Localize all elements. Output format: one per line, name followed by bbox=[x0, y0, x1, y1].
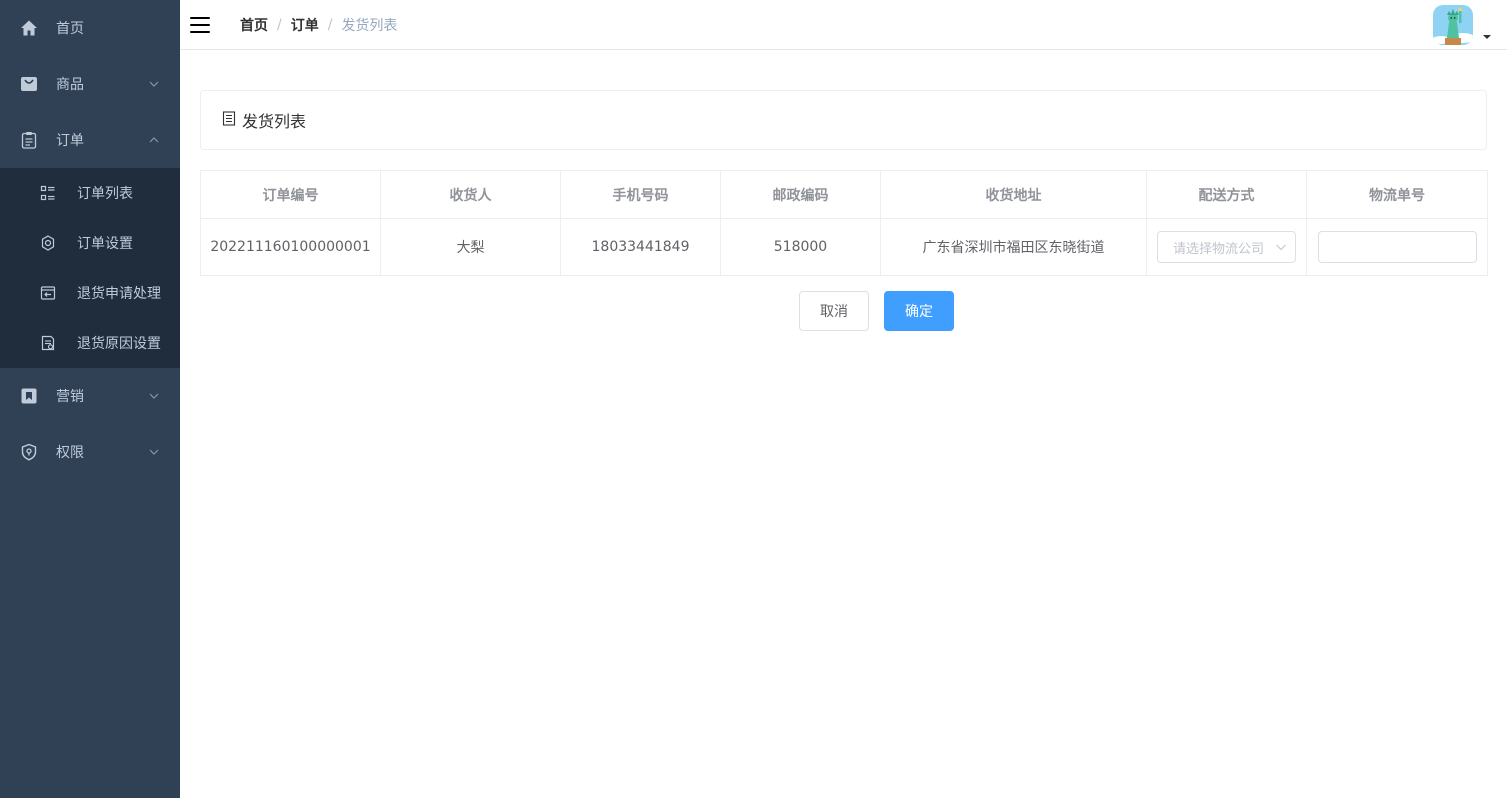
sidebar-item-label: 商品 bbox=[56, 77, 84, 93]
cancel-button[interactable]: 取消 bbox=[799, 291, 869, 331]
breadcrumb-separator: / bbox=[327, 16, 333, 33]
confirm-button[interactable]: 确定 bbox=[884, 291, 954, 331]
app: 首页 商品 订单 订单列表 订单设置 退货申请处理 退货原因设置 营销 权限 首… bbox=[0, 0, 1507, 798]
avatar[interactable] bbox=[1433, 5, 1473, 45]
return-icon bbox=[40, 285, 56, 301]
chevron-down-icon bbox=[149, 449, 159, 455]
main-content: 发货列表 订单编号 收货人 手机号码 邮政编码 收货地址 配送方式 物流单号 2… bbox=[200, 90, 1488, 331]
sub-item-label: 订单列表 bbox=[77, 186, 133, 202]
sidebar-item-return-reason[interactable]: 退货原因设置 bbox=[0, 318, 180, 368]
column-header: 物流单号 bbox=[1306, 170, 1488, 219]
delivery-company-select[interactable]: 请选择物流公司 bbox=[1157, 231, 1296, 263]
address-cell: 广东省深圳市福田区东晓街道 bbox=[880, 218, 1147, 276]
sidebar-item-order-list[interactable]: 订单列表 bbox=[0, 168, 180, 218]
sidebar-item-permission[interactable]: 权限 bbox=[0, 424, 180, 480]
chevron-down-icon bbox=[149, 393, 159, 399]
user-menu[interactable] bbox=[1433, 5, 1491, 45]
clipboard-icon bbox=[20, 131, 38, 149]
sidebar-item-label: 订单 bbox=[56, 133, 84, 149]
column-header: 收货地址 bbox=[880, 170, 1147, 219]
shopping-bag-icon bbox=[20, 75, 38, 93]
sub-item-label: 退货申请处理 bbox=[77, 286, 161, 302]
document-icon bbox=[222, 110, 236, 130]
breadcrumb-current: 发货列表 bbox=[341, 17, 398, 34]
phone-cell: 18033441849 bbox=[560, 218, 721, 276]
sidebar-item-label: 首页 bbox=[56, 21, 84, 37]
sidebar-item-return-apply[interactable]: 退货申请处理 bbox=[0, 268, 180, 318]
column-header: 收货人 bbox=[380, 170, 561, 219]
list-icon bbox=[40, 185, 56, 201]
table-row: 202211160100000001 大梨 18033441849 518000… bbox=[200, 218, 1488, 276]
shipment-table: 订单编号 收货人 手机号码 邮政编码 收货地址 配送方式 物流单号 202211… bbox=[200, 170, 1488, 276]
document-icon bbox=[40, 335, 56, 351]
table-header-row: 订单编号 收货人 手机号码 邮政编码 收货地址 配送方式 物流单号 bbox=[200, 170, 1488, 219]
tracking-number-input[interactable] bbox=[1317, 231, 1477, 263]
column-header: 配送方式 bbox=[1146, 170, 1307, 219]
order-number-cell: 202211160100000001 bbox=[200, 218, 381, 276]
receiver-cell: 大梨 bbox=[380, 218, 561, 276]
chevron-down-icon bbox=[149, 81, 159, 87]
shield-icon bbox=[20, 443, 38, 461]
sidebar-item-goods[interactable]: 商品 bbox=[0, 56, 180, 112]
home-icon bbox=[20, 19, 38, 37]
select-placeholder: 请选择物流公司 bbox=[1173, 241, 1265, 257]
column-header: 手机号码 bbox=[560, 170, 721, 219]
sidebar-item-label: 权限 bbox=[56, 445, 84, 461]
order-submenu: 订单列表 订单设置 退货申请处理 退货原因设置 bbox=[0, 168, 180, 368]
postcode-cell: 518000 bbox=[720, 218, 881, 276]
delivery-method-cell: 请选择物流公司 bbox=[1146, 218, 1307, 276]
caret-down-icon[interactable] bbox=[1483, 35, 1491, 39]
sidebar-item-marketing[interactable]: 营销 bbox=[0, 368, 180, 424]
sidebar-item-label: 营销 bbox=[56, 389, 84, 405]
column-header: 订单编号 bbox=[200, 170, 381, 219]
tracking-number-cell bbox=[1306, 218, 1488, 276]
page-title-card: 发货列表 bbox=[200, 90, 1487, 150]
column-header: 邮政编码 bbox=[720, 170, 881, 219]
bookmark-icon bbox=[20, 387, 38, 405]
sidebar-item-order-settings[interactable]: 订单设置 bbox=[0, 218, 180, 268]
breadcrumb-order[interactable]: 订单 bbox=[291, 15, 319, 35]
sidebar-item-home[interactable]: 首页 bbox=[0, 0, 180, 56]
breadcrumb-home[interactable]: 首页 bbox=[240, 15, 268, 35]
breadcrumb: 首页 / 订单 / 发货列表 bbox=[240, 15, 397, 35]
form-actions: 取消 确定 bbox=[200, 291, 1487, 331]
chevron-down-icon bbox=[1276, 244, 1286, 251]
sub-item-label: 退货原因设置 bbox=[77, 336, 161, 352]
breadcrumb-separator: / bbox=[277, 16, 282, 33]
gear-icon bbox=[40, 235, 56, 251]
sidebar-item-order[interactable]: 订单 bbox=[0, 112, 180, 168]
sidebar: 首页 商品 订单 订单列表 订单设置 退货申请处理 退货原因设置 营销 权限 bbox=[0, 0, 180, 798]
page-title: 发货列表 bbox=[242, 112, 307, 131]
hamburger-icon[interactable] bbox=[190, 16, 210, 33]
chevron-up-icon bbox=[149, 137, 159, 143]
sub-item-label: 订单设置 bbox=[77, 236, 133, 252]
navbar: 首页 / 订单 / 发货列表 bbox=[180, 0, 1507, 50]
